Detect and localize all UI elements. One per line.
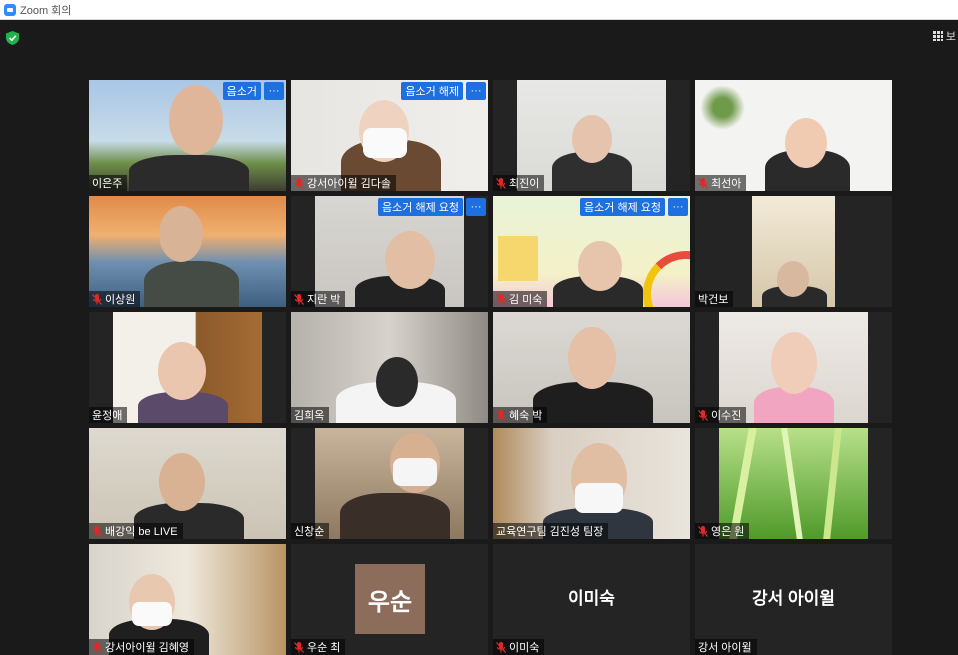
participant-name-tag: 이미숙 xyxy=(493,639,545,655)
participant-name-tag: 이은주 xyxy=(89,175,128,191)
participant-tile[interactable]: 혜숙 박 xyxy=(493,312,690,423)
participant-tile[interactable]: 최진이 xyxy=(493,80,690,191)
participant-name-tag: 최진이 xyxy=(493,175,545,191)
more-options-button[interactable]: ··· xyxy=(466,198,486,216)
unmute-button[interactable]: 음소거 해제 xyxy=(401,82,463,100)
participant-name-tag: 교육연구팀 김진성 팀장 xyxy=(493,523,609,539)
mic-muted-icon xyxy=(698,409,708,421)
mic-muted-icon xyxy=(496,177,506,189)
mute-button[interactable]: 음소거 xyxy=(222,82,261,100)
participant-name-tag: 김 미숙 xyxy=(493,291,548,307)
participant-overlay-actions: 음소거 해제 요청 ··· xyxy=(580,198,688,216)
participant-video xyxy=(315,428,464,539)
view-label: 보 xyxy=(945,31,956,43)
participant-tile[interactable]: 우순 우순 최 xyxy=(291,544,488,655)
participant-name: 강서 아이윌 xyxy=(698,642,752,654)
participant-video xyxy=(752,196,835,307)
participant-name: 이미숙 xyxy=(509,642,540,654)
participant-name-tag: 박건보 xyxy=(695,291,734,307)
window-title: Zoom 회의 xyxy=(20,4,72,17)
more-options-button[interactable]: ··· xyxy=(264,82,284,100)
participant-name-tag: 지란 박 xyxy=(291,291,346,307)
participant-tile-active-speaker[interactable]: 교육연구팀 김진성 팀장 xyxy=(493,428,690,539)
participant-name-tag: 이수진 xyxy=(695,407,747,423)
participant-name: 윤정애 xyxy=(92,410,123,422)
participant-video xyxy=(113,312,262,423)
participant-name: 박건보 xyxy=(698,294,729,306)
ask-to-unmute-button[interactable]: 음소거 해제 요청 xyxy=(378,198,463,216)
participant-tile[interactable]: 김희옥 xyxy=(291,312,488,423)
participant-tile[interactable]: 이미숙 이미숙 xyxy=(493,544,690,655)
participant-name-tag: 김희옥 xyxy=(291,407,330,423)
participant-name-tag: 최선아 xyxy=(695,175,747,191)
gallery-view-button[interactable]: 보 xyxy=(932,28,958,44)
participant-name: 이수진 xyxy=(711,410,742,422)
participant-overlay-actions: 음소거 해제 요청 ··· xyxy=(378,198,486,216)
participant-name: 이은주 xyxy=(92,178,123,190)
participant-name: 김 미숙 xyxy=(509,294,543,306)
participant-tile[interactable]: 이상원 xyxy=(89,196,286,307)
window-titlebar: Zoom 회의 xyxy=(0,0,958,20)
participant-name: 김희옥 xyxy=(294,410,325,422)
mic-muted-icon xyxy=(496,293,506,305)
mic-muted-icon xyxy=(698,177,708,189)
participant-name: 최진이 xyxy=(509,178,540,190)
participant-tile[interactable]: 음소거 해제 ··· 강서아이윌 김다솔 xyxy=(291,80,488,191)
participant-tile[interactable]: 이수진 xyxy=(695,312,892,423)
participant-name: 지란 박 xyxy=(307,294,341,306)
participant-tile[interactable]: 박건보 xyxy=(695,196,892,307)
more-options-button[interactable]: ··· xyxy=(466,82,486,100)
participant-name: 영은 원 xyxy=(711,526,745,538)
more-options-button[interactable]: ··· xyxy=(668,198,688,216)
participant-name-tag: 배강익 be LIVE xyxy=(89,523,183,539)
security-shield-icon[interactable] xyxy=(6,31,19,45)
participant-display-name: 이미숙 xyxy=(568,589,615,608)
mic-muted-icon xyxy=(698,525,708,537)
gallery-grid: 음소거 ··· 이은주 음소거 해제 ··· 강서아이윌 김다솔 최진이 최선아… xyxy=(89,80,892,655)
participant-name: 배강익 be LIVE xyxy=(105,526,178,538)
mic-muted-icon xyxy=(92,525,102,537)
grid-view-icon xyxy=(932,31,943,41)
participant-tile[interactable]: 강서아이윌 김혜영 xyxy=(89,544,286,655)
participant-tile[interactable]: 음소거 해제 요청 ··· 김 미숙 xyxy=(493,196,690,307)
participant-tile[interactable]: 윤정애 xyxy=(89,312,286,423)
zoom-logo-icon xyxy=(4,3,16,16)
mic-muted-icon xyxy=(496,409,506,421)
participant-name-tag: 우순 최 xyxy=(291,639,346,655)
participant-name: 신창순 xyxy=(294,526,325,538)
participant-tile[interactable]: 신창순 xyxy=(291,428,488,539)
participant-name-tag: 강서아이윌 김혜영 xyxy=(89,639,195,655)
participant-name: 우순 최 xyxy=(307,642,341,654)
participant-tile[interactable]: 음소거 ··· 이은주 xyxy=(89,80,286,191)
participant-name: 교육연구팀 김진성 팀장 xyxy=(496,526,604,538)
participant-display-name: 강서 아이윌 xyxy=(752,589,835,608)
participant-name: 혜숙 박 xyxy=(509,410,543,422)
participant-overlay-actions: 음소거 해제 ··· xyxy=(401,82,486,100)
participant-avatar: 우순 xyxy=(355,564,425,634)
participant-tile[interactable]: 강서 아이윌 강서 아이윌 xyxy=(695,544,892,655)
participant-name: 강서아이윌 김다솔 xyxy=(307,178,392,190)
participant-overlay-actions: 음소거 ··· xyxy=(222,82,284,100)
participant-tile[interactable]: 영은 원 xyxy=(695,428,892,539)
participant-tile[interactable]: 배강익 be LIVE xyxy=(89,428,286,539)
participant-tile[interactable]: 음소거 해제 요청 ··· 지란 박 xyxy=(291,196,488,307)
participant-tile[interactable]: 최선아 xyxy=(695,80,892,191)
mic-muted-icon xyxy=(294,293,304,305)
participant-name-tag: 신창순 xyxy=(291,523,330,539)
mic-muted-icon xyxy=(92,293,102,305)
participant-name-tag: 이상원 xyxy=(89,291,141,307)
mic-muted-icon xyxy=(294,177,304,189)
participant-name: 강서아이윌 김혜영 xyxy=(105,642,190,654)
participant-name: 최선아 xyxy=(711,178,742,190)
participant-name-tag: 강서아이윌 김다솔 xyxy=(291,175,397,191)
participant-name-tag: 영은 원 xyxy=(695,523,750,539)
participant-name-tag: 혜숙 박 xyxy=(493,407,548,423)
ask-to-unmute-button[interactable]: 음소거 해제 요청 xyxy=(580,198,665,216)
participant-name-tag: 윤정애 xyxy=(89,407,128,423)
participant-name-tag: 강서 아이윌 xyxy=(695,639,757,655)
participant-name: 이상원 xyxy=(105,294,136,306)
